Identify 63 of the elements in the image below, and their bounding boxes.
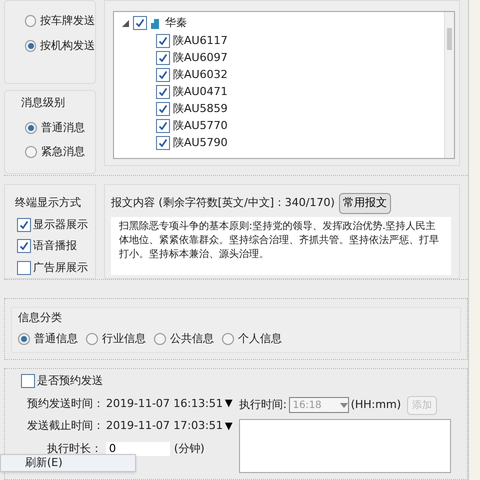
checkbox[interactable] bbox=[156, 102, 170, 116]
common-messages-button[interactable]: 常用报文 bbox=[338, 193, 391, 214]
tree-item[interactable]: 陕AU6117 bbox=[156, 34, 444, 48]
tree-node-label: 华秦 bbox=[165, 15, 187, 31]
tree-item[interactable]: 陕AU6032 bbox=[156, 68, 444, 82]
radio-label: 行业信息 bbox=[102, 330, 146, 346]
group-title: 信息分类 bbox=[18, 310, 63, 326]
group-title: 终端显示方式 bbox=[15, 195, 82, 211]
checkbox[interactable] bbox=[17, 218, 31, 232]
tree-item[interactable]: 陕AU6097 bbox=[156, 50, 444, 66]
building-icon bbox=[151, 18, 161, 29]
checkbox-label: 是否预约发送 bbox=[37, 373, 103, 389]
checkbox-label: 显示器展示 bbox=[33, 216, 88, 232]
field-label: 执行时间: bbox=[239, 396, 287, 413]
radio-label: 普通消息 bbox=[41, 120, 85, 136]
tree-item[interactable]: 陕AU5790 bbox=[156, 136, 444, 150]
field-label: 发送截止时间： bbox=[27, 418, 104, 434]
radio-button[interactable] bbox=[25, 40, 36, 52]
radio-button[interactable] bbox=[25, 122, 37, 134]
message-text-area[interactable]: 扫黑除恶专项斗争的基本原则:坚持党的领导、发挥政治优势.坚持人民主体地位、紧紧依靠群众。坚持综合治理、齐抓共管。坚持依法严惩、打早打小。坚持标本兼治、源头治理。 bbox=[111, 216, 451, 274]
date-value: 2019-11-07 17:03:51 bbox=[106, 418, 223, 434]
collapse-icon[interactable] bbox=[122, 20, 129, 27]
tree-item[interactable]: 陕AU5859 bbox=[156, 102, 444, 116]
format-label: (HH:mm) bbox=[350, 396, 401, 413]
duration-field[interactable]: 0 bbox=[106, 442, 170, 456]
message-label: 报文内容 (剩余字符数[英文/中文] : 340/170) bbox=[111, 195, 335, 211]
checkbox[interactable] bbox=[156, 85, 170, 99]
checkbox[interactable] bbox=[156, 136, 170, 150]
dropdown-arrow[interactable]: ▼ bbox=[224, 418, 233, 434]
checkbox[interactable] bbox=[17, 260, 31, 275]
tree-item[interactable]: 陕AU5770 bbox=[156, 118, 444, 134]
radio-label: 个人信息 bbox=[238, 330, 282, 346]
checkbox[interactable] bbox=[21, 374, 35, 388]
radio-label: 按机构发送 bbox=[40, 38, 95, 54]
checkbox[interactable] bbox=[133, 16, 147, 30]
radio-button[interactable] bbox=[25, 146, 37, 158]
radio-button[interactable] bbox=[154, 332, 166, 345]
checkbox-label: 广告屏展示 bbox=[33, 260, 88, 276]
scrollbar[interactable] bbox=[444, 12, 454, 158]
caret-icon bbox=[340, 402, 348, 408]
radio-label: 按车牌发送 bbox=[40, 13, 95, 29]
radio-button[interactable] bbox=[86, 332, 98, 345]
checkbox[interactable] bbox=[17, 239, 31, 254]
radio-button[interactable] bbox=[25, 15, 36, 28]
group-title: 消息级别 bbox=[21, 95, 66, 111]
unit-label: (分钟) bbox=[174, 440, 205, 456]
checkbox[interactable] bbox=[156, 68, 170, 82]
menu-item[interactable]: 刷新(E) bbox=[25, 454, 63, 472]
time-list[interactable] bbox=[239, 418, 451, 472]
checkbox-label: 语音播报 bbox=[33, 238, 77, 254]
checkbox[interactable] bbox=[156, 119, 170, 133]
radio-button[interactable] bbox=[222, 332, 234, 345]
date-value: 2019-11-07 16:13:51 bbox=[106, 396, 223, 412]
radio-button[interactable] bbox=[18, 332, 30, 345]
field-label: 执行时长： bbox=[47, 440, 102, 456]
checkbox[interactable] bbox=[156, 34, 170, 48]
radio-label: 紧急消息 bbox=[41, 144, 85, 160]
dropdown-arrow[interactable]: ▼ bbox=[224, 396, 233, 412]
field-label: 预约发送时间： bbox=[27, 396, 104, 412]
tree-item[interactable]: 陕AU0471 bbox=[156, 84, 444, 100]
checkbox[interactable] bbox=[156, 51, 170, 65]
radio-label: 公共信息 bbox=[170, 330, 214, 346]
radio-label: 普通信息 bbox=[34, 330, 78, 346]
